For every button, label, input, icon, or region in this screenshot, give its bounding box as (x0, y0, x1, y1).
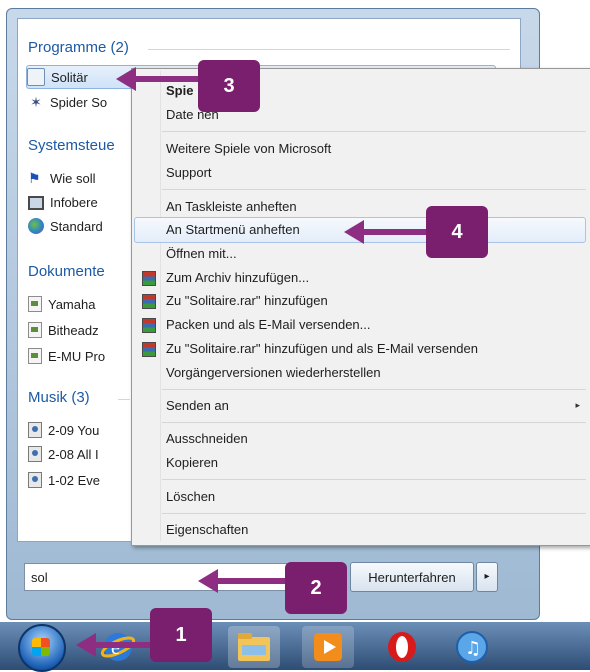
menu-item-zum-archiv[interactable]: Zum Archiv hinzufügen... (166, 270, 309, 285)
menu-item-rar-email[interactable]: Zu "Solitaire.rar" hinzufügen und als E-… (166, 341, 478, 356)
document-icon (28, 348, 42, 364)
menu-item-support[interactable]: Support (166, 165, 212, 180)
itunes-icon[interactable]: ♫ (446, 626, 498, 668)
menu-separator (162, 389, 586, 390)
callout-arrow-4 (360, 229, 426, 235)
menu-separator (162, 422, 586, 423)
result-music-1[interactable]: 2-09 You (28, 419, 99, 441)
result-spider-solitaire[interactable]: ✶ Spider So (28, 91, 107, 113)
context-menu: Spie Date nen Weitere Spiele von Microso… (131, 68, 590, 546)
group-heading-programme: Programme (2) (28, 39, 129, 56)
result-yamaha[interactable]: Yamaha (28, 293, 95, 315)
winrar-icon (142, 271, 156, 286)
menu-separator (162, 513, 586, 514)
svg-text:♫: ♫ (465, 638, 481, 659)
divider (148, 49, 510, 50)
svg-text:e: e (111, 637, 120, 659)
group-heading-systemsteuerung: Systemsteue (28, 137, 115, 154)
shutdown-button[interactable]: Herunterfahren (350, 562, 474, 592)
winrar-icon (142, 342, 156, 357)
callout-arrow-1 (92, 642, 152, 648)
callout-badge-4: 4 (426, 206, 488, 258)
winrar-icon (142, 294, 156, 309)
music-file-icon (28, 472, 42, 488)
spider-icon: ✶ (30, 94, 42, 110)
menu-item-rar-hinzufuegen[interactable]: Zu "Solitaire.rar" hinzufügen (166, 293, 328, 308)
submenu-arrow-icon: ▸ (575, 400, 580, 410)
group-heading-dokumente: Dokumente (28, 263, 105, 280)
shutdown-options-arrow-icon[interactable]: ▸ (476, 562, 498, 592)
music-file-icon (28, 446, 42, 462)
result-infobereich[interactable]: Infobere (28, 191, 98, 213)
menu-gutter (160, 71, 161, 541)
arrowhead-icon (344, 220, 364, 244)
menu-item-ausschneiden[interactable]: Ausschneiden (166, 431, 248, 446)
result-music-3[interactable]: 1-02 Eve (28, 469, 100, 491)
menu-separator (162, 189, 586, 190)
menu-item-loeschen[interactable]: Löschen (166, 489, 215, 504)
document-icon (28, 322, 42, 338)
arrowhead-icon (198, 569, 218, 593)
menu-item-eigenschaften[interactable]: Eigenschaften (166, 522, 248, 537)
menu-item-weitere-spiele[interactable]: Weitere Spiele von Microsoft (166, 141, 331, 156)
menu-separator (162, 131, 586, 132)
result-standard[interactable]: Standard (28, 215, 103, 237)
callout-badge-2: 2 (285, 562, 347, 614)
document-icon (28, 296, 42, 312)
menu-item-kopieren[interactable]: Kopieren (166, 455, 218, 470)
menu-item-packen-email[interactable]: Packen und als E-Mail versenden... (166, 317, 371, 332)
menu-item-spielen[interactable]: Spie (166, 83, 193, 98)
arrowhead-icon (76, 633, 96, 657)
callout-badge-3: 3 (198, 60, 260, 112)
callout-badge-1: 1 (150, 608, 212, 662)
opera-icon[interactable] (376, 626, 428, 668)
flag-icon: ⚑ (28, 170, 41, 186)
menu-item-oeffnen-mit[interactable]: Öffnen mit... (166, 246, 237, 261)
divider (118, 399, 130, 400)
menu-item-taskleiste-anheften[interactable]: An Taskleiste anheften (166, 199, 297, 214)
start-orb-icon[interactable] (18, 624, 66, 672)
media-player-icon[interactable] (302, 626, 354, 668)
menu-separator (162, 479, 586, 480)
result-music-2[interactable]: 2-08 All I (28, 443, 99, 465)
music-file-icon (28, 422, 42, 438)
callout-arrow-2 (215, 578, 285, 584)
menu-item-startmenu-anheften[interactable]: An Startmenü anheften (166, 222, 300, 237)
arrowhead-icon (116, 67, 136, 91)
menu-item-senden-an[interactable]: Senden an (166, 398, 229, 413)
monitor-icon (28, 196, 44, 210)
result-emu-pro[interactable]: E-MU Pro (28, 345, 105, 367)
result-wie-soll[interactable]: ⚑ Wie soll (28, 167, 96, 189)
callout-arrow-3 (132, 76, 198, 82)
solitaire-icon (27, 68, 45, 86)
winrar-icon (142, 318, 156, 333)
group-heading-musik: Musik (3) (28, 389, 90, 406)
globe-icon (28, 218, 44, 234)
windows-explorer-icon[interactable] (228, 626, 280, 668)
result-bitheadz[interactable]: Bitheadz (28, 319, 99, 341)
menu-item-vorgaengerversionen[interactable]: Vorgängerversionen wiederherstellen (166, 365, 381, 380)
